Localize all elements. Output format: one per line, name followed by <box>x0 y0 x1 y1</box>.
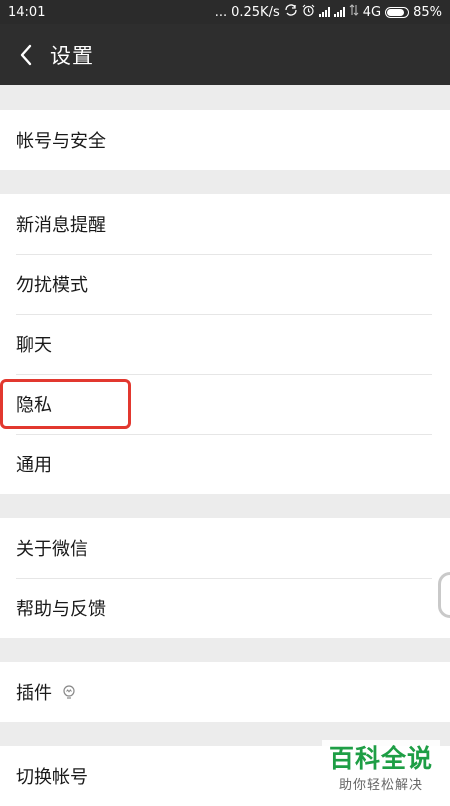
nav-bar: 设置 <box>0 24 450 85</box>
settings-item-label: 插件 <box>16 683 52 704</box>
account-group: 帐号与安全 <box>0 110 450 170</box>
settings-item-privacy[interactable]: 隐私 <box>0 374 450 434</box>
status-time: 14:01 <box>8 4 46 20</box>
settings-item-label: 通用 <box>16 455 52 476</box>
status-bar: 14:01 ... 0.25K/s 4G 85% <box>0 0 450 24</box>
sync-icon <box>284 4 298 20</box>
data-transfer-icon <box>349 4 359 20</box>
page-title: 设置 <box>50 43 94 68</box>
battery-icon <box>385 6 410 18</box>
settings-item-label: 切换帐号 <box>16 767 88 788</box>
scroll-handle[interactable] <box>438 572 450 618</box>
settings-item-plugins[interactable]: 插件 <box>0 662 450 722</box>
network-speed: 0.25K/s <box>231 4 280 20</box>
alarm-icon <box>302 4 315 21</box>
settings-item-label: 新消息提醒 <box>16 215 106 236</box>
settings-item-chats[interactable]: 聊天 <box>0 314 450 374</box>
signal-icon <box>318 7 330 17</box>
network-type: 4G <box>362 4 382 20</box>
settings-item-label: 帐号与安全 <box>16 131 106 152</box>
settings-item-new-message-alerts[interactable]: 新消息提醒 <box>0 194 450 254</box>
watermark: 百科全说 助你轻松解决 <box>322 740 440 798</box>
battery-percent: 85% <box>413 4 442 20</box>
plugins-group: 插件 <box>0 662 450 722</box>
settings-item-about-wechat[interactable]: 关于微信 <box>0 518 450 578</box>
settings-item-label: 聊天 <box>16 335 52 356</box>
settings-item-label: 帮助与反馈 <box>16 599 106 620</box>
settings-item-general[interactable]: 通用 <box>0 434 450 494</box>
about-group: 关于微信 帮助与反馈 <box>0 518 450 638</box>
settings-item-do-not-disturb[interactable]: 勿扰模式 <box>0 254 450 314</box>
settings-item-account-security[interactable]: 帐号与安全 <box>0 110 450 170</box>
status-dots: ... <box>214 4 228 20</box>
settings-item-label: 隐私 <box>16 395 52 416</box>
plugin-bulb-icon <box>62 684 76 700</box>
watermark-subtitle: 助你轻松解决 <box>338 778 423 794</box>
settings-item-label: 关于微信 <box>16 539 88 560</box>
status-indicators: ... 0.25K/s 4G 85% <box>215 4 442 21</box>
settings-item-help-feedback[interactable]: 帮助与反馈 <box>0 578 450 638</box>
chevron-left-icon[interactable] <box>8 37 44 73</box>
settings-item-label: 勿扰模式 <box>16 275 88 296</box>
signal-icon-secondary <box>333 7 345 17</box>
watermark-title: 百科全说 <box>328 743 433 773</box>
main-settings-group: 新消息提醒 勿扰模式 聊天 隐私 通用 <box>0 194 450 494</box>
